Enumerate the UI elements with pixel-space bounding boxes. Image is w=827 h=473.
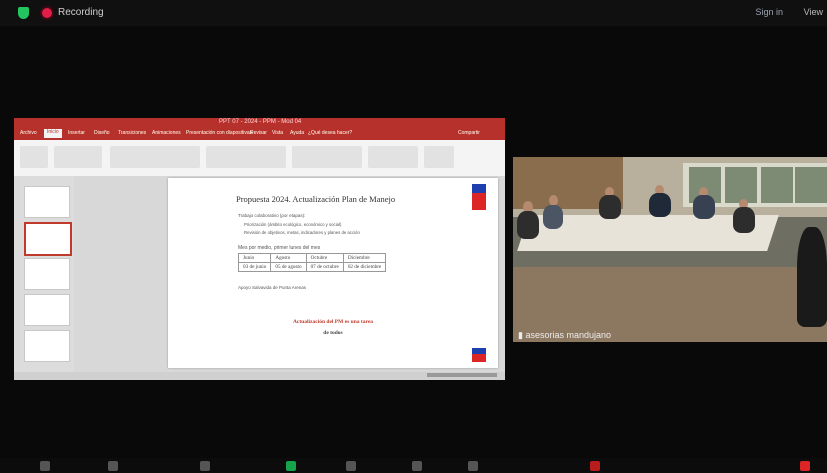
participant-name: asesorias mandujano bbox=[525, 330, 612, 340]
window-title: PPT 07 - 2024 - PPM - Mod 04 bbox=[219, 119, 302, 125]
slide-note: Apoyo Salvavida de Punta Arenas bbox=[238, 285, 307, 290]
participant-figure bbox=[517, 211, 539, 239]
slide-intro: Trabajo colaborativo (por etapas): bbox=[238, 213, 306, 218]
meeting-controls bbox=[0, 458, 827, 473]
tab-transiciones[interactable]: Transiciones bbox=[118, 130, 146, 136]
recording-label: Recording bbox=[58, 7, 104, 18]
slide-thumbnail[interactable] bbox=[24, 294, 70, 326]
editing-group[interactable] bbox=[368, 146, 418, 168]
tab-inicio[interactable]: Inicio bbox=[44, 129, 62, 138]
paste-button[interactable] bbox=[20, 146, 48, 168]
meeting-top-bar: Recording Sign in View bbox=[0, 0, 827, 26]
participant-figure bbox=[693, 195, 715, 219]
slides-group[interactable] bbox=[54, 146, 102, 168]
table-row: Junio Agosto Octubre Diciembre bbox=[237, 253, 387, 263]
voice-group[interactable] bbox=[424, 146, 454, 168]
ribbon-tabs: Archivo Inicio Insertar Diseño Transicio… bbox=[14, 128, 505, 140]
slide-highlight-red: Actualización del PM es una tarea bbox=[292, 319, 374, 325]
shared-screen: PPT 07 - 2024 - PPM - Mod 04 Archivo Ini… bbox=[14, 118, 505, 380]
slide-thumbnail-selected[interactable] bbox=[24, 222, 72, 256]
mute-icon[interactable] bbox=[40, 461, 50, 471]
record-icon[interactable] bbox=[412, 461, 422, 471]
slide-bullet: Revisión de objetivos, metas, indicadore… bbox=[244, 230, 360, 235]
table-cell: 07 de octubre bbox=[305, 262, 344, 272]
zoom-meeting-window: Recording Sign in View PPT 07 - 2024 - P… bbox=[0, 0, 827, 473]
table-cell: Octubre bbox=[305, 253, 344, 263]
slide-editing-area: Propuesta 2024. Actualización Plan de Ma… bbox=[74, 176, 505, 372]
dates-table: Junio Agosto Octubre Diciembre 03 de jun… bbox=[237, 253, 387, 272]
slide-thumbnail[interactable] bbox=[24, 258, 70, 290]
powerpoint-title-bar: PPT 07 - 2024 - PPM - Mod 04 bbox=[14, 118, 505, 128]
reactions-icon[interactable] bbox=[468, 461, 478, 471]
ribbon-toolbar bbox=[14, 140, 505, 177]
table-cell: 02 de diciembre bbox=[342, 262, 387, 272]
tab-ayuda[interactable]: Ayuda bbox=[290, 130, 304, 136]
tab-presentacion[interactable]: Presentación con diapositivas bbox=[186, 130, 252, 136]
participant-figure bbox=[543, 205, 563, 229]
view-button[interactable]: View bbox=[804, 7, 823, 17]
tab-diseno[interactable]: Diseño bbox=[94, 130, 110, 136]
table-row: 03 de junio 05 de agosto 07 de octubre 0… bbox=[237, 262, 387, 272]
paragraph-group[interactable] bbox=[206, 146, 286, 168]
slide-thumbnail[interactable] bbox=[24, 330, 70, 362]
tell-me-search[interactable]: ¿Qué desea hacer? bbox=[308, 130, 352, 136]
tab-insertar[interactable]: Insertar bbox=[68, 130, 85, 136]
participant-video[interactable]: ▮ asesorias mandujano bbox=[513, 157, 827, 342]
table-cell: 05 de agosto bbox=[270, 262, 307, 272]
participant-figure bbox=[797, 227, 827, 327]
flag-logo-icon bbox=[472, 184, 486, 210]
tab-revisar[interactable]: Revisar bbox=[250, 130, 267, 136]
tab-archivo[interactable]: Archivo bbox=[20, 130, 37, 136]
security-shield-icon[interactable] bbox=[18, 7, 29, 19]
chat-icon[interactable] bbox=[346, 461, 356, 471]
flag-logo-icon bbox=[472, 348, 486, 362]
table-cell: Diciembre bbox=[342, 253, 387, 263]
slide-thumbnail[interactable] bbox=[24, 186, 70, 218]
sign-in-link[interactable]: Sign in bbox=[755, 7, 783, 17]
apps-icon[interactable] bbox=[590, 461, 600, 471]
slide-highlight-dark: de todos bbox=[323, 330, 343, 336]
participant-name-label: ▮ asesorias mandujano bbox=[518, 330, 611, 341]
participant-figure bbox=[599, 195, 621, 219]
slide-subheading: Mes por medio, primer lunes del mes bbox=[238, 245, 321, 251]
participants-icon[interactable] bbox=[200, 461, 210, 471]
font-group[interactable] bbox=[110, 146, 200, 168]
powerpoint-status-bar bbox=[14, 372, 505, 380]
table-cell: Agosto bbox=[270, 253, 307, 263]
participant-figure bbox=[649, 193, 671, 217]
share-icon[interactable] bbox=[286, 461, 296, 471]
slide-thumbnails-pane bbox=[14, 176, 74, 372]
slide-bullet: Priorización (ámbito ecológico, económic… bbox=[244, 222, 342, 227]
tab-vista[interactable]: Vista bbox=[272, 130, 283, 136]
table-cell: 03 de junio bbox=[237, 262, 272, 272]
recording-icon bbox=[42, 8, 52, 18]
slide-title: Propuesta 2024. Actualización Plan de Ma… bbox=[236, 194, 396, 204]
drawing-group[interactable] bbox=[292, 146, 362, 168]
current-slide[interactable]: Propuesta 2024. Actualización Plan de Ma… bbox=[168, 178, 498, 368]
leave-icon[interactable] bbox=[800, 461, 810, 471]
table-cell: Junio bbox=[237, 253, 272, 263]
zoom-slider[interactable] bbox=[427, 373, 497, 377]
video-icon[interactable] bbox=[108, 461, 118, 471]
share-button[interactable]: Compartir bbox=[458, 130, 480, 136]
tab-animaciones[interactable]: Animaciones bbox=[152, 130, 181, 136]
participant-figure bbox=[733, 207, 755, 233]
